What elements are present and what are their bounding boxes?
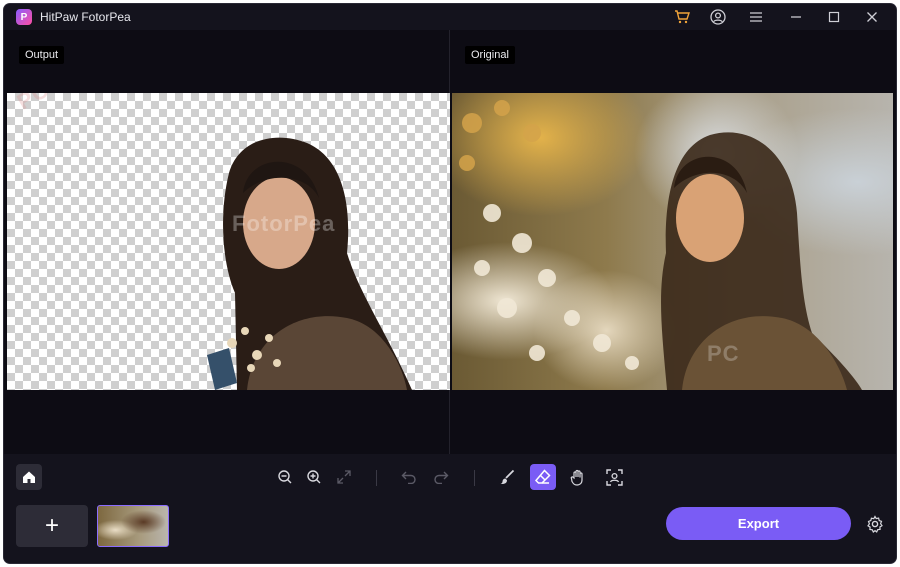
close-icon[interactable]: [860, 7, 884, 27]
zoom-in-icon[interactable]: [301, 464, 327, 490]
title-bar: P HitPaw FotorPea: [4, 4, 896, 30]
app-logo-icon: P: [16, 9, 32, 25]
toolbar-separator: [474, 470, 475, 486]
plus-icon: +: [44, 512, 59, 539]
subject-cutout: [207, 137, 412, 390]
undo-icon[interactable]: [396, 464, 422, 490]
app-window: P HitPaw FotorPea Output Original PC Fot…: [4, 4, 896, 563]
export-button[interactable]: Export: [666, 507, 851, 540]
add-image-button[interactable]: +: [16, 505, 88, 547]
zoom-out-icon[interactable]: [272, 464, 298, 490]
output-image[interactable]: PC FotorPea: [7, 93, 450, 390]
bottom-toolbar: + Export: [4, 454, 896, 563]
brush-icon[interactable]: [494, 464, 520, 490]
home-icon[interactable]: [16, 464, 42, 490]
image-thumbnail[interactable]: [97, 505, 169, 547]
output-label: Output: [19, 46, 65, 64]
redo-icon[interactable]: [428, 464, 454, 490]
toolbar-separator: [376, 470, 377, 486]
menu-icon[interactable]: [744, 7, 768, 27]
settings-icon[interactable]: [863, 512, 887, 536]
account-icon[interactable]: [706, 7, 730, 27]
original-image[interactable]: PC: [452, 93, 893, 390]
minimize-icon[interactable]: [784, 7, 808, 27]
cart-icon[interactable]: [670, 7, 694, 27]
eraser-icon[interactable]: [530, 464, 556, 490]
canvas-area: Output Original PC FotorPea PC: [4, 30, 896, 454]
preview-icon[interactable]: [601, 464, 627, 490]
original-photo: [459, 100, 862, 390]
maximize-icon[interactable]: [822, 7, 846, 27]
app-title: HitPaw FotorPea: [40, 10, 131, 24]
hand-icon[interactable]: [565, 464, 591, 490]
fit-screen-icon[interactable]: [331, 464, 357, 490]
original-label: Original: [465, 46, 515, 64]
